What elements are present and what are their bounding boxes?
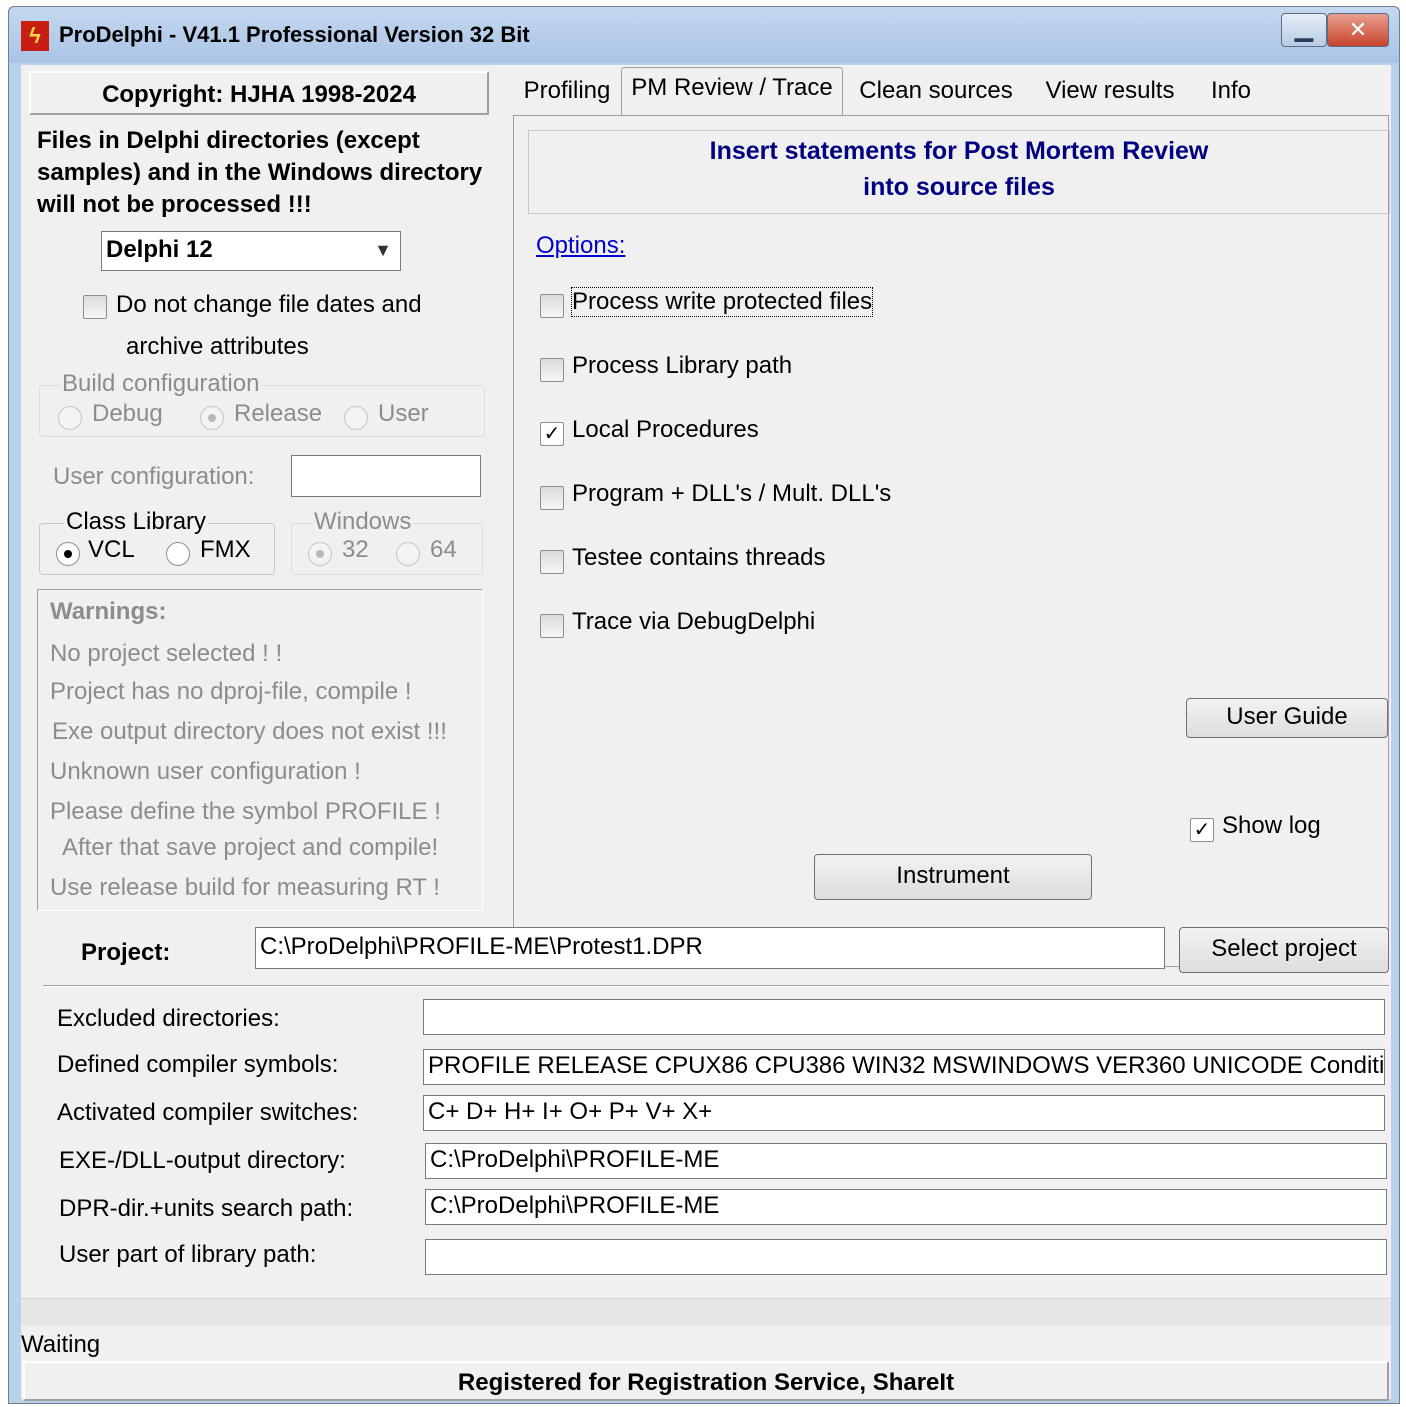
info-box: Insert statements for Post Mortem Review… [528,130,1390,214]
option-debugdelphi-label: Trace via DebugDelphi [572,608,816,635]
option-library-path-checkbox[interactable] [540,358,564,382]
registration-panel: Registered for Registration Service, Sha… [23,1361,1389,1401]
windows-32-label: 32 [342,536,369,563]
option-library-path-label: Process Library path [572,352,793,379]
build-config-group: Build configuration Debug Release User [39,370,485,437]
options-link[interactable]: Options: [536,232,625,260]
excluded-dirs-input[interactable] [423,999,1385,1035]
windows-64-label: 64 [430,536,457,563]
tab-view-results[interactable]: View results [1035,71,1185,115]
option-debugdelphi-checkbox[interactable] [540,614,564,638]
user-config-label: User configuration: [53,463,255,490]
option-write-protected-checkbox[interactable] [540,294,564,318]
status-text: Waiting [21,1331,101,1358]
compiler-switches-label: Activated compiler switches: [57,1099,359,1126]
no-change-dates-checkbox[interactable] [83,295,107,319]
class-library-group: Class Library VCL FMX [39,508,275,575]
build-debug-radio[interactable] [58,406,82,430]
exe-output-input[interactable]: C:\ProDelphi\PROFILE-ME [425,1143,1387,1179]
option-local-procedures-checkbox[interactable]: ✓ [540,422,564,446]
chevron-down-icon[interactable]: ▼ [374,232,392,268]
warnings-panel: Warnings: No project selected ! ! Projec… [37,589,483,911]
warning-item: After that save project and compile! [62,834,439,861]
build-user-radio[interactable] [344,406,368,430]
select-project-button[interactable]: Select project [1179,927,1389,973]
minimize-button[interactable]: ▁ [1281,13,1327,47]
pm-review-panel: Insert statements for Post Mortem Review… [513,115,1390,967]
notice-line-2: samples) and in the Windows directory [37,159,483,186]
divider [43,985,1389,987]
registration-label: Registered for Registration Service, Sha… [457,1369,955,1396]
progress-bar [21,1298,1391,1326]
option-threads-checkbox[interactable] [540,550,564,574]
copyright-label: Copyright: HJHA 1998-2024 [102,81,416,108]
class-fmx-label: FMX [200,536,251,563]
lightning-icon: ϟ [21,21,49,51]
option-program-dlls-checkbox[interactable] [540,486,564,510]
notice-line-3: will not be processed !!! [37,191,312,218]
warning-item: Use release build for measuring RT ! [50,874,440,901]
windows-32-radio[interactable] [308,542,332,566]
show-log-checkbox[interactable]: ✓ [1190,818,1214,842]
build-release-radio[interactable] [200,406,224,430]
compiler-symbols-label: Defined compiler symbols: [57,1051,339,1078]
info-line-2: into source files [863,173,1055,201]
excluded-dirs-label: Excluded directories: [57,1005,280,1032]
class-library-title: Class Library [64,508,209,536]
warning-item: Exe output directory does not exist !!! [52,718,447,745]
no-change-dates-label-2: archive attributes [126,333,309,360]
warning-item: Please define the symbol PROFILE ! [50,798,441,825]
user-config-input[interactable] [291,455,481,497]
delphi-version-select[interactable]: Delphi 12 ▼ [101,231,401,271]
warning-item: No project selected ! ! [50,640,283,667]
user-guide-button[interactable]: User Guide [1186,698,1388,738]
search-path-input[interactable]: C:\ProDelphi\PROFILE-ME [425,1189,1387,1225]
client-area: Copyright: HJHA 1998-2024 Files in Delph… [21,65,1391,1401]
info-line-1: Insert statements for Post Mortem Review [709,137,1209,165]
build-config-title: Build configuration [60,370,262,398]
option-threads-label: Testee contains threads [572,544,826,571]
instrument-button[interactable]: Instrument [814,854,1092,900]
no-change-dates-label: Do not change file dates and [116,291,422,318]
windows-title: Windows [312,508,414,536]
option-program-dlls-label: Program + DLL's / Mult. DLL's [572,480,892,507]
warning-item: Project has no dproj-file, compile ! [50,678,412,705]
build-release-label: Release [234,400,323,427]
windows-64-radio[interactable] [396,542,420,566]
tab-info[interactable]: Info [1201,71,1261,115]
user-library-input[interactable] [425,1239,1387,1275]
build-user-label: User [378,400,429,427]
class-vcl-radio[interactable] [56,542,80,566]
app-window: ϟ ProDelphi - V41.1 Professional Version… [8,6,1400,1404]
compiler-switches-input[interactable]: C+ D+ H+ I+ O+ P+ V+ X+ [423,1095,1385,1131]
copyright-panel: Copyright: HJHA 1998-2024 [29,71,489,115]
option-write-protected-label: Process write protected files [570,287,874,317]
windows-group: Windows 32 64 [291,508,483,575]
class-vcl-label: VCL [88,536,135,563]
warning-item: Unknown user configuration ! [50,758,361,785]
class-fmx-radio[interactable] [166,542,190,566]
project-input[interactable]: C:\ProDelphi\PROFILE-ME\Protest1.DPR [255,927,1165,969]
notice-line-1: Files in Delphi directories (except [37,127,420,154]
title-bar[interactable]: ϟ ProDelphi - V41.1 Professional Version… [9,7,1399,63]
build-debug-label: Debug [92,400,163,427]
show-log-label: Show log [1222,812,1321,839]
user-library-label: User part of library path: [59,1241,317,1268]
tab-clean-sources[interactable]: Clean sources [851,71,1021,115]
close-button[interactable]: ✕ [1327,13,1389,47]
delphi-version-value: Delphi 12 [106,236,213,263]
project-label: Project: [81,939,171,966]
search-path-label: DPR-dir.+units search path: [59,1195,354,1222]
tab-profiling[interactable]: Profiling [517,71,617,115]
window-title: ProDelphi - V41.1 Professional Version 3… [59,22,530,47]
warnings-title: Warnings: [50,598,167,625]
tab-pm-review-trace[interactable]: PM Review / Trace [621,67,843,115]
exe-output-label: EXE-/DLL-output directory: [59,1147,346,1174]
option-local-procedures-label: Local Procedures [572,416,759,443]
compiler-symbols-input[interactable]: PROFILE RELEASE CPUX86 CPU386 WIN32 MSWI… [423,1049,1385,1085]
